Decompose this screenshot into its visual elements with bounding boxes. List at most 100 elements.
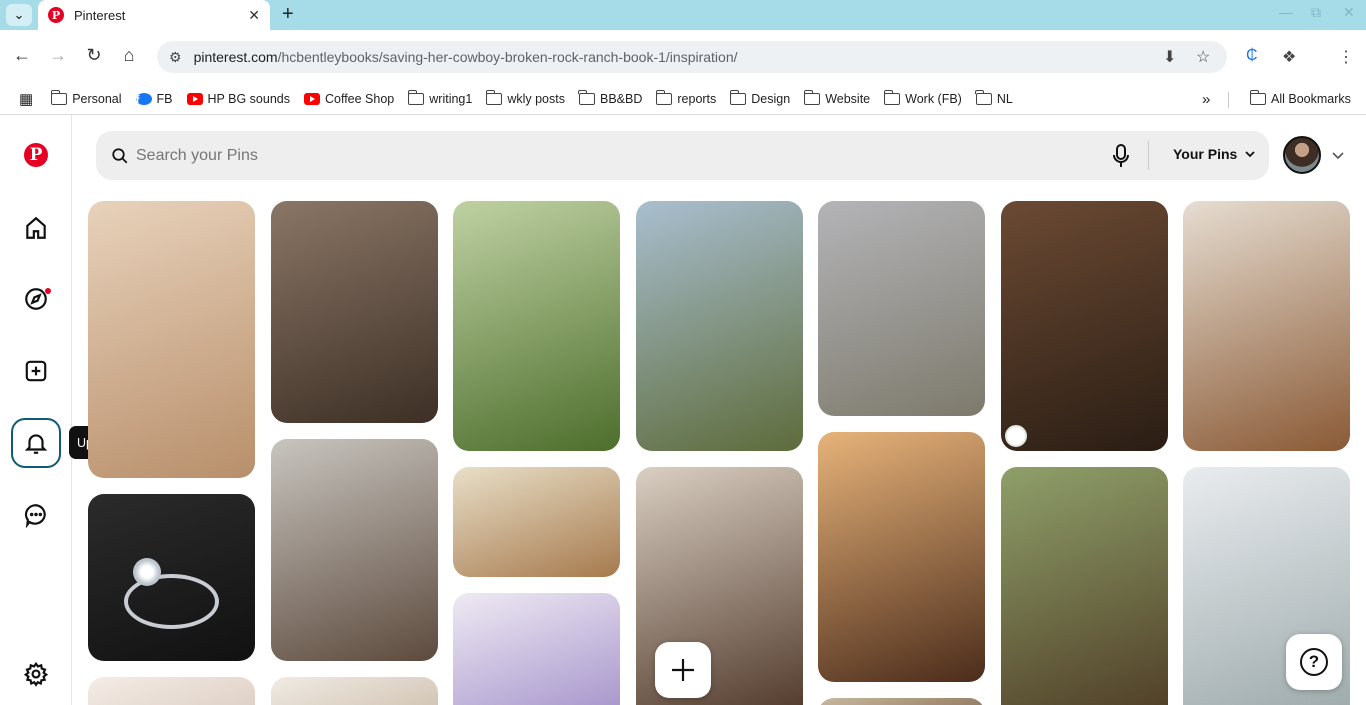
pin-card[interactable] <box>1183 201 1350 451</box>
account-chevron-down-icon[interactable] <box>1331 148 1345 162</box>
add-pin-button[interactable] <box>655 642 711 698</box>
pinterest-sidebar: P <box>0 115 72 705</box>
pin-card[interactable] <box>1001 467 1168 705</box>
search-icon <box>112 148 128 164</box>
pin-card[interactable] <box>1001 201 1168 451</box>
bookmark-website[interactable]: Website <box>803 90 870 106</box>
bookmarks-bar: ▦ Personal f FB HP BG sounds Coffee Shop … <box>0 84 1366 114</box>
browser-menu-icon[interactable]: ⋮ <box>1338 47 1354 67</box>
extension-c-icon[interactable]: ₵ <box>1246 47 1258 65</box>
pin-card[interactable] <box>453 201 620 451</box>
more-bookmarks-icon[interactable]: » <box>1202 91 1210 108</box>
nav-explore[interactable] <box>11 274 61 324</box>
pin-card[interactable] <box>88 201 255 478</box>
folder-icon <box>407 90 425 105</box>
address-bar[interactable]: ⚙ pinterest.com/hcbentleybooks/saving-he… <box>157 41 1227 73</box>
pin-card[interactable] <box>453 467 620 577</box>
bookmark-reports[interactable]: reports <box>655 90 716 106</box>
pin-card[interactable] <box>271 439 438 661</box>
pin-card[interactable] <box>818 432 985 682</box>
bookmark-writing1[interactable]: writing1 <box>407 90 472 106</box>
home-browser-icon[interactable]: ⌂ <box>117 45 141 66</box>
minimize-icon[interactable]: — <box>1279 4 1293 20</box>
pin-card[interactable] <box>271 201 438 423</box>
notification-dot <box>45 288 51 294</box>
pin-card[interactable] <box>271 677 438 705</box>
folder-icon <box>578 90 595 105</box>
pinterest-favicon-icon: P <box>48 7 64 23</box>
install-app-icon[interactable]: ⬇ <box>1163 47 1176 67</box>
tab-pinterest[interactable]: P Pinterest ✕ <box>38 0 270 30</box>
ring-image <box>124 558 219 629</box>
folder-icon <box>50 90 68 105</box>
plus-icon <box>672 659 694 681</box>
create-icon <box>25 360 47 382</box>
chrome-divider <box>0 114 1366 115</box>
creator-badge-icon <box>1005 425 1027 447</box>
bookmark-hp-bg-sounds[interactable]: HP BG sounds <box>186 92 290 106</box>
tab-search-dropdown[interactable]: ⌄ <box>6 4 32 26</box>
bookmark-work-fb[interactable]: Work (FB) <box>883 90 962 106</box>
nav-settings[interactable] <box>11 649 61 699</box>
new-tab-icon[interactable]: + <box>282 3 294 26</box>
nav-create[interactable] <box>11 346 61 396</box>
apps-grid-icon[interactable]: ▦ <box>19 90 33 108</box>
folder-icon <box>803 90 821 105</box>
extensions-puzzle-icon[interactable]: ❖ <box>1282 47 1296 67</box>
bookmark-coffee-shop[interactable]: Coffee Shop <box>303 92 394 106</box>
back-icon[interactable]: ← <box>10 45 34 66</box>
bookmark-star-icon[interactable]: ☆ <box>1196 47 1210 67</box>
bookmark-wkly-posts[interactable]: wkly posts <box>485 90 565 106</box>
folder-icon <box>975 90 992 105</box>
tab-strip: ⌄ P Pinterest ✕ + — ⧉ ✕ <box>0 0 1366 30</box>
help-question-icon: ? <box>1300 648 1328 676</box>
pinterest-logo-icon[interactable]: P <box>24 143 48 167</box>
nav-updates[interactable] <box>11 418 61 468</box>
all-bookmarks[interactable]: All Bookmarks <box>1249 90 1351 106</box>
chevron-down-icon <box>1245 151 1255 158</box>
pin-card[interactable] <box>88 494 255 661</box>
pin-card[interactable] <box>88 677 255 705</box>
folder-icon <box>1249 90 1266 105</box>
search-bar: Your Pins <box>96 131 1269 180</box>
folder-icon <box>485 90 503 105</box>
settings-icon <box>23 661 49 687</box>
chevron-down-icon: ⌄ <box>13 7 25 22</box>
close-window-icon[interactable]: ✕ <box>1343 4 1355 21</box>
bookmark-design[interactable]: Design <box>729 90 790 106</box>
site-info-icon[interactable]: ⚙ <box>169 49 182 66</box>
search-separator <box>1148 141 1149 170</box>
youtube-icon <box>303 93 320 105</box>
forward-icon[interactable]: → <box>46 45 70 66</box>
folder-icon <box>729 90 747 105</box>
pin-card[interactable] <box>818 201 985 416</box>
folder-icon <box>655 90 673 105</box>
microphone-icon[interactable] <box>1111 143 1131 169</box>
bookmarks-separator <box>1228 92 1229 108</box>
facebook-icon: f <box>135 93 152 107</box>
reload-icon[interactable]: ↻ <box>82 45 106 66</box>
messages-icon <box>24 504 46 528</box>
search-input[interactable] <box>136 143 1096 168</box>
avatar[interactable] <box>1283 136 1321 174</box>
pin-card[interactable] <box>453 593 620 705</box>
bookmark-nl[interactable]: NL <box>975 90 1013 106</box>
url-text: pinterest.com/hcbentleybooks/saving-her-… <box>193 49 738 65</box>
close-tab-icon[interactable]: ✕ <box>248 7 260 24</box>
help-button[interactable]: ? <box>1286 634 1342 690</box>
folder-icon <box>883 90 901 105</box>
nav-home[interactable] <box>11 203 61 253</box>
home-icon <box>26 216 46 239</box>
bookmark-personal[interactable]: Personal <box>50 90 122 106</box>
bookmark-fb[interactable]: f FB <box>135 92 173 107</box>
bookmark-bbbd[interactable]: BB&BD <box>578 90 642 106</box>
youtube-icon <box>186 93 203 105</box>
nav-messages[interactable] <box>11 490 61 540</box>
tab-title: Pinterest <box>74 7 126 23</box>
pin-grid <box>72 195 1366 705</box>
your-pins-dropdown[interactable]: Your Pins <box>1173 146 1256 162</box>
updates-icon <box>24 434 48 454</box>
pin-card[interactable] <box>818 698 985 705</box>
maximize-icon[interactable]: ⧉ <box>1311 4 1321 21</box>
pin-card[interactable] <box>636 201 803 451</box>
